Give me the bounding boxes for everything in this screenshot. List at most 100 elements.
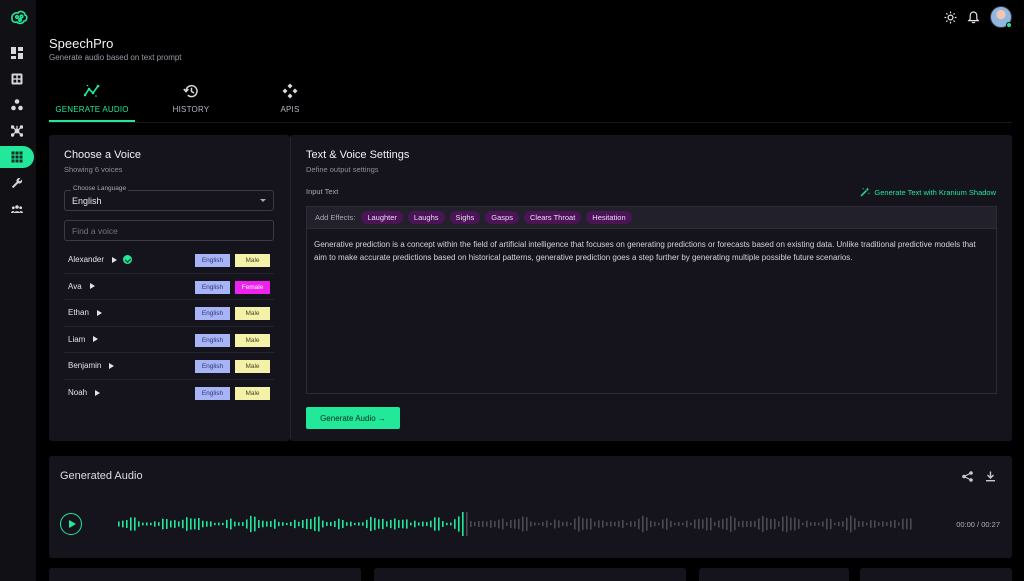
effect-chip-sighs[interactable]: Sighs [449,211,481,224]
waveform-bar [258,519,260,529]
waveform-bar [330,521,332,527]
sidebar-item-tools[interactable] [0,172,34,194]
audio-waveform[interactable] [118,511,915,537]
voice-row-ethan[interactable]: Ethan English Male [64,300,274,327]
voice-name: Liam [68,334,86,344]
sun-icon[interactable] [944,11,957,24]
effect-chip-laughs[interactable]: Laughs [407,211,445,224]
gender-tag: Male [235,386,270,400]
sidebar-item-grid[interactable] [0,68,34,90]
waveform-bar [878,522,880,526]
voice-name: Benjamin [68,361,102,371]
waveform-bar [386,521,388,527]
waveform-bar [722,519,724,529]
language-tag: English [195,307,230,320]
waveform-bar [474,521,476,527]
download-icon[interactable] [985,471,996,482]
waveform-bar [754,520,756,528]
input-text-area[interactable]: Generative prediction is a concept withi… [306,228,997,394]
play-icon[interactable] [96,309,102,316]
tab-generate-audio[interactable]: GENERATE AUDIO [49,80,135,122]
play-icon[interactable] [93,336,99,343]
waveform-bar [634,521,636,527]
waveform-bar [750,520,752,528]
waveform-bar [214,522,216,526]
waveform-bar [274,519,276,529]
sidebar-item-dashboard[interactable] [0,42,34,64]
play-icon[interactable] [95,389,101,396]
voice-row-liam[interactable]: Liam English Male [64,327,274,353]
waveform-bar [122,520,124,528]
waveform-bar [354,522,356,526]
effect-chip-laughter[interactable]: Laughter [361,211,403,224]
waveform-bar [718,520,720,528]
language-select[interactable]: Choose Language English [64,185,274,211]
generate-audio-button[interactable]: Generate Audio → [306,407,400,429]
waveform-bar [578,516,580,532]
waveform-bar [818,522,820,526]
waveform-bar [450,522,452,526]
effect-chip-clears-throat[interactable]: Clears Throat [523,211,582,224]
bottom-card-2 [374,568,686,581]
waveform-bar [462,512,464,536]
share-icon[interactable] [962,471,973,482]
waveform-bar [318,516,320,532]
effects-bar: Add Effects: Laughter Laughs Sighs Gasps… [306,206,997,228]
voice-row-noah[interactable]: Noah English Male [64,380,274,407]
history-icon [183,84,198,98]
play-icon[interactable] [89,283,95,290]
voice-search-input[interactable] [64,220,274,241]
waveform-bar [206,521,208,527]
waveform-bar [894,519,896,529]
waveform-bar [486,521,488,527]
waveform-bar [190,518,192,530]
user-avatar[interactable] [990,6,1012,28]
waveform-bar [130,517,132,531]
waveform-bar [502,518,504,530]
sidebar-item-apps[interactable] [0,146,34,168]
waveform-bar [710,517,712,531]
effect-chip-gasps[interactable]: Gasps [485,211,519,224]
waveform-bar [670,520,672,528]
waveform-bar [290,522,292,526]
play-icon[interactable] [109,362,115,369]
waveform-bar [798,519,800,529]
grid-square-icon [11,73,23,85]
waveform-bar [814,522,816,526]
waveform-bar [606,522,608,526]
waveform-bar [406,519,408,529]
generate-text-link[interactable]: Generate Text with Kranium Shadow [860,187,996,197]
waveform-bar [910,518,912,530]
waveform-bar [870,520,872,528]
waveform-bar [434,517,436,531]
voice-list: Alexander English Male Ava English Femal… [64,247,274,406]
waveform-bar [238,522,240,526]
waveform-bar [346,522,348,526]
waveform-bar [590,518,592,530]
play-icon[interactable] [112,256,118,263]
waveform-bar [746,521,748,527]
waveform-bar [402,519,404,529]
waveform-bar [626,522,628,526]
waveform-bar [586,518,588,530]
sidebar-item-molecule[interactable] [0,94,34,116]
waveform-bar [862,521,864,527]
sidebar-item-team[interactable] [0,198,34,220]
tab-history[interactable]: HISTORY [148,80,234,122]
voice-row-alexander[interactable]: Alexander English Male [64,247,274,274]
waveform-bar [302,520,304,528]
brain-logo-icon[interactable] [9,8,29,28]
waveform-bar [538,522,540,526]
waveform-bar [314,517,316,531]
voice-row-benjamin[interactable]: Benjamin English Male [64,353,274,380]
sidebar-item-network[interactable] [0,120,34,142]
waveform-bar [170,520,172,528]
voice-row-ava[interactable]: Ava English Female [64,274,274,300]
bell-icon[interactable] [967,10,980,24]
waveform-bar [362,522,364,526]
effect-chip-hesitation[interactable]: Hesitation [586,211,632,224]
play-audio-button[interactable] [60,513,82,535]
waveform-bar [834,522,836,526]
waveform-bar [242,522,244,526]
tab-apis[interactable]: APIS [247,80,333,122]
